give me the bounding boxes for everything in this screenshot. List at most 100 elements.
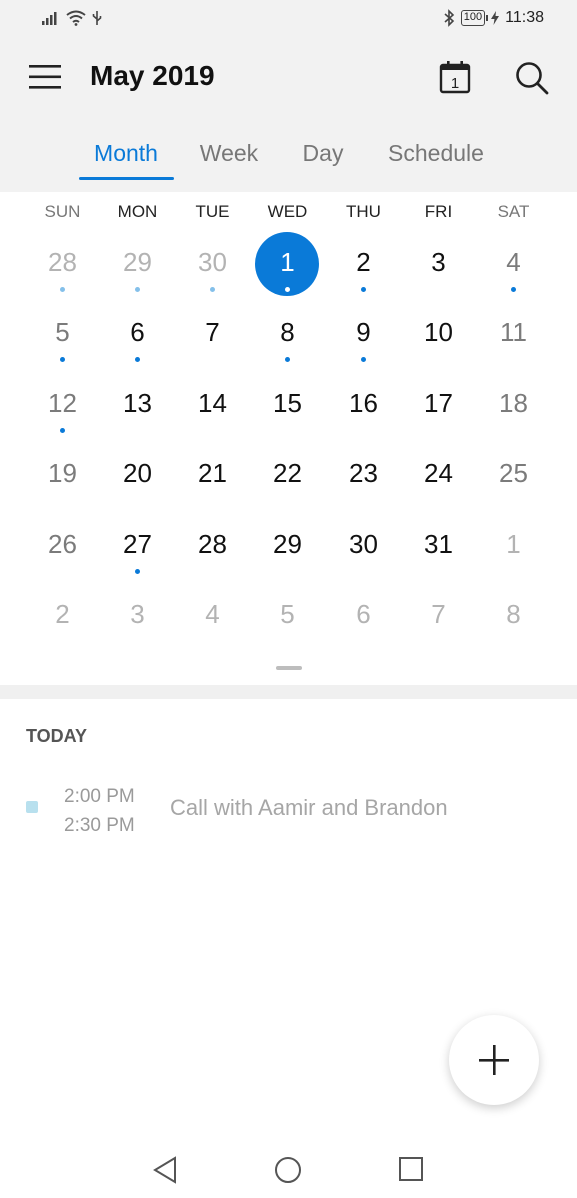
day-cell-today[interactable]: 1: [250, 232, 325, 296]
day-cell[interactable]: 28: [25, 232, 100, 296]
day-cell[interactable]: 9: [326, 302, 401, 366]
day-number: 30: [349, 529, 378, 559]
event-indicator-dot: [135, 357, 140, 362]
day-cell[interactable]: 10: [401, 302, 476, 366]
weekday-label-mon: MON: [117, 202, 158, 221]
day-number: 16: [349, 388, 378, 418]
drag-handle[interactable]: [276, 666, 302, 670]
day-cell[interactable]: 12: [25, 373, 100, 437]
square-recents-icon[interactable]: [398, 1156, 424, 1182]
menu-icon[interactable]: [29, 64, 61, 90]
day-cell[interactable]: 6: [100, 302, 175, 366]
day-cell[interactable]: 28: [175, 514, 250, 578]
event-indicator-dot: [511, 287, 516, 292]
system-nav-bar: [0, 1140, 577, 1198]
day-number: 5: [280, 599, 295, 629]
day-cell[interactable]: 8: [476, 584, 551, 648]
day-cell[interactable]: 30: [175, 232, 250, 296]
day-cell[interactable]: 5: [250, 584, 325, 648]
day-cell[interactable]: 13: [100, 373, 175, 437]
tab-week[interactable]: Week: [192, 140, 266, 180]
circle-home-icon[interactable]: [274, 1156, 302, 1184]
day-cell[interactable]: 23: [326, 443, 401, 507]
day-number: 26: [48, 529, 77, 559]
day-cell[interactable]: 18: [476, 373, 551, 437]
day-cell[interactable]: 7: [175, 302, 250, 366]
weekday-label-sat: SAT: [497, 202, 530, 221]
page-title[interactable]: May 2019: [90, 60, 215, 92]
day-cell[interactable]: 17: [401, 373, 476, 437]
day-cell[interactable]: 15: [250, 373, 325, 437]
event-end-time: 2:30 PM: [64, 815, 135, 836]
day-number: 6: [356, 599, 371, 629]
event-indicator-dot: [60, 428, 65, 433]
day-cell[interactable]: 14: [175, 373, 250, 437]
day-cell[interactable]: 25: [476, 443, 551, 507]
day-cell[interactable]: 4: [476, 232, 551, 296]
day-number: 4: [506, 247, 521, 277]
day-cell[interactable]: 8: [250, 302, 325, 366]
day-number: 29: [273, 529, 302, 559]
event-indicator-dot: [60, 287, 65, 292]
status-time: 11:38: [505, 9, 544, 26]
day-cell[interactable]: 19: [25, 443, 100, 507]
day-cell[interactable]: 3: [401, 232, 476, 296]
event-indicator-dot: [60, 357, 65, 362]
day-cell[interactable]: 3: [100, 584, 175, 648]
day-number: 2: [356, 247, 371, 277]
status-left: [42, 10, 102, 26]
day-cell[interactable]: 1: [476, 514, 551, 578]
day-cell[interactable]: 27: [100, 514, 175, 578]
event-times: 2:00 PM 2:30 PM: [64, 782, 135, 840]
calendar-today-icon[interactable]: 1: [439, 60, 471, 94]
day-cell[interactable]: 21: [175, 443, 250, 507]
event-indicator-dot: [361, 357, 366, 362]
bluetooth-icon: [444, 9, 454, 27]
day-cell[interactable]: 11: [476, 302, 551, 366]
triangle-back-icon[interactable]: [152, 1156, 178, 1184]
tab-schedule[interactable]: Schedule: [380, 140, 492, 180]
day-cell[interactable]: 16: [326, 373, 401, 437]
event-item[interactable]: 2:00 PM 2:30 PM Call with Aamir and Bran…: [0, 780, 577, 840]
day-cell[interactable]: 22: [250, 443, 325, 507]
day-cell[interactable]: 4: [175, 584, 250, 648]
day-cell[interactable]: 31: [401, 514, 476, 578]
day-number: 22: [273, 458, 302, 488]
day-number: 30: [198, 247, 227, 277]
day-number: 4: [205, 599, 220, 629]
day-cell[interactable]: 29: [250, 514, 325, 578]
search-icon[interactable]: [514, 60, 550, 96]
signal-icon: [42, 12, 57, 25]
day-cell[interactable]: 2: [25, 584, 100, 648]
day-cell[interactable]: 30: [326, 514, 401, 578]
day-number: 23: [349, 458, 378, 488]
day-number: 8: [280, 317, 295, 347]
weekday-label-wed: WED: [267, 202, 308, 221]
battery-level: 100: [460, 10, 489, 26]
event-color-swatch: [26, 801, 38, 813]
tab-day[interactable]: Day: [295, 140, 351, 180]
tab-month[interactable]: Month: [84, 140, 168, 180]
event-start-time: 2:00 PM: [64, 786, 135, 807]
day-cell[interactable]: 6: [326, 584, 401, 648]
day-cell[interactable]: 2: [326, 232, 401, 296]
day-number: 7: [205, 317, 220, 347]
day-number: 13: [123, 388, 152, 418]
day-cell[interactable]: 20: [100, 443, 175, 507]
add-event-button[interactable]: [449, 1015, 539, 1105]
event-indicator-dot: [135, 287, 140, 292]
day-cell[interactable]: 7: [401, 584, 476, 648]
day-cell[interactable]: 26: [25, 514, 100, 578]
day-cell[interactable]: 5: [25, 302, 100, 366]
weekday-label-tue: TUE: [195, 202, 230, 221]
event-title: Call with Aamir and Brandon: [170, 795, 448, 820]
day-cell[interactable]: 29: [100, 232, 175, 296]
day-number: 28: [198, 529, 227, 559]
day-number: 3: [130, 599, 145, 629]
calendar-today-number: 1: [451, 75, 459, 92]
day-number: 31: [424, 529, 453, 559]
day-cell[interactable]: 24: [401, 443, 476, 507]
day-number: 19: [48, 458, 77, 488]
day-number: 6: [130, 317, 145, 347]
section-divider: [0, 685, 577, 699]
